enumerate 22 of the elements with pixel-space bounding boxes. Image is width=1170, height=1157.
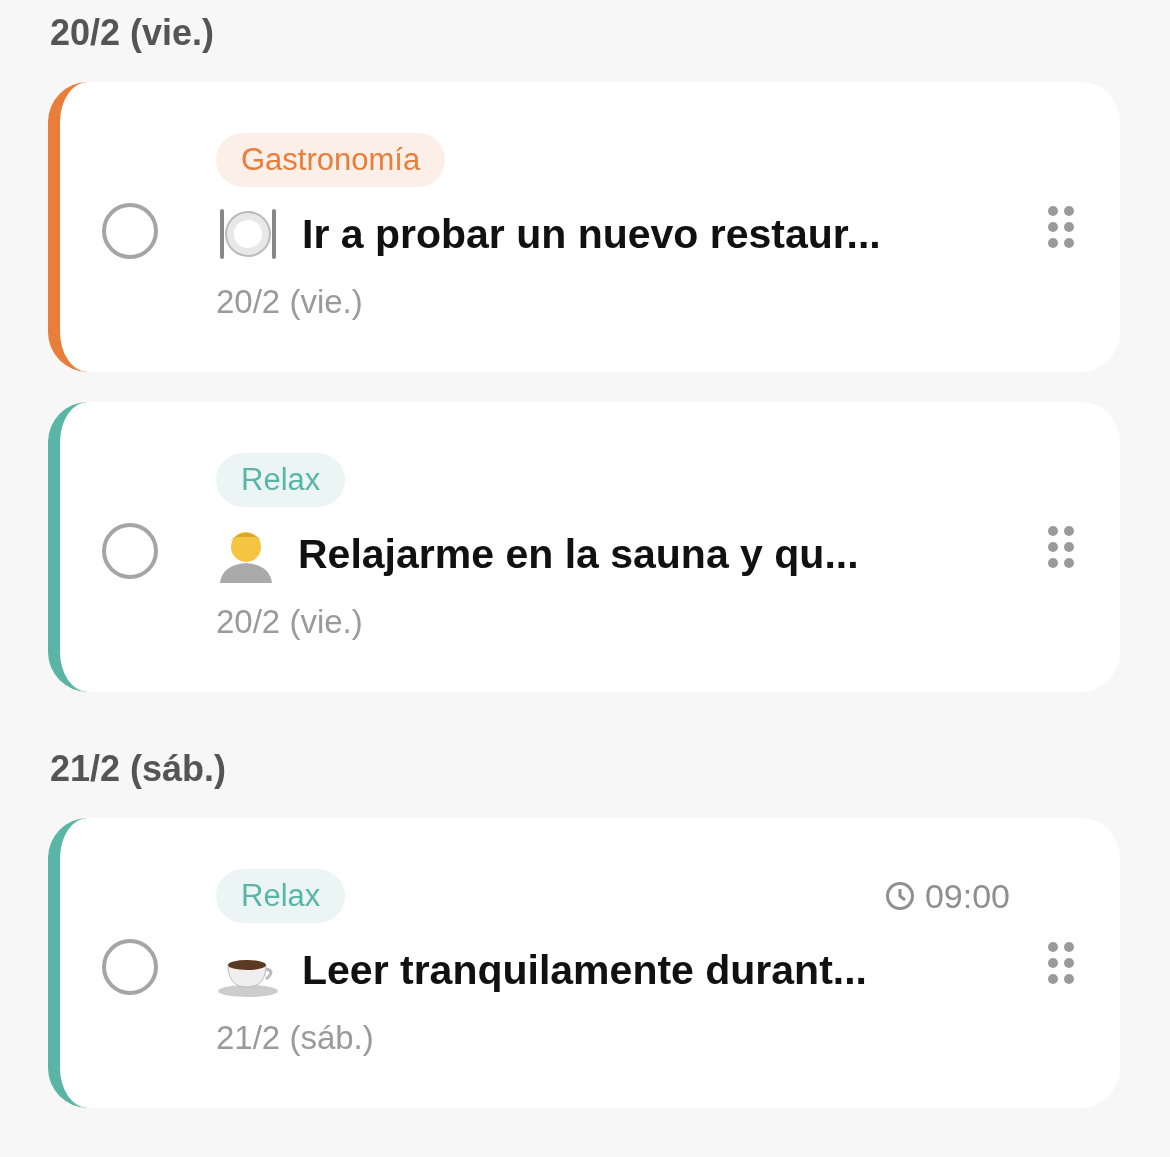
- task-title: Relajarme en la sauna y qu...: [298, 530, 859, 578]
- time-text: 09:00: [924, 876, 1010, 916]
- task-card[interactable]: Relax Relajarme en la sauna y qu... 20/2 (vie.): [48, 402, 1120, 692]
- category-tag: Relax: [216, 869, 346, 923]
- task-title: Ir a probar un nuevo restaur...: [302, 210, 881, 258]
- drag-handle-icon[interactable]: [1048, 206, 1074, 248]
- checkbox[interactable]: [102, 939, 158, 995]
- category-tag: Relax: [216, 453, 346, 507]
- task-date: 20/2 (vie.): [216, 603, 364, 641]
- task-card[interactable]: Relax 09:00 Leer tranquilamente durant... 21/2 (sáb.): [48, 818, 1120, 1108]
- category-tag: Gastronomía: [216, 133, 446, 187]
- task-title: Leer tranquilamente durant...: [302, 946, 867, 994]
- drag-handle-icon[interactable]: [1048, 526, 1074, 568]
- section-date: 21/2 (sáb.): [50, 747, 228, 791]
- section-date: 20/2 (vie.): [50, 11, 216, 55]
- task-card[interactable]: Gastronomía Ir a probar un nuevo restaur... 20/2 (vie.): [48, 82, 1120, 372]
- task-date: 20/2 (vie.): [216, 283, 364, 321]
- checkbox[interactable]: [102, 523, 158, 579]
- clock-icon: [884, 881, 915, 911]
- checkbox[interactable]: [102, 203, 158, 259]
- task-date: 21/2 (sáb.): [216, 1019, 375, 1057]
- drag-handle-icon[interactable]: [1048, 942, 1074, 984]
